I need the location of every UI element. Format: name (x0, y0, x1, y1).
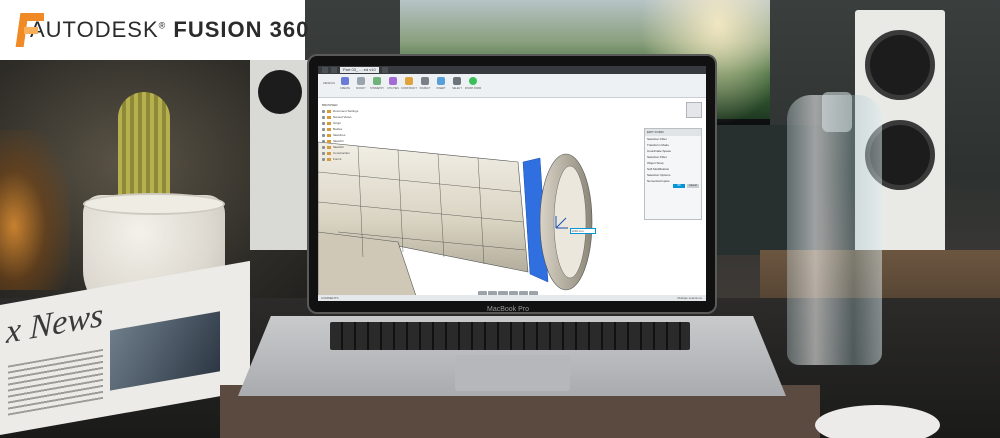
folder-icon (327, 151, 331, 155)
newspaper-text-columns (8, 348, 103, 416)
brand-product: FUSION 360 (173, 17, 310, 42)
eye-icon[interactable] (322, 115, 325, 119)
inspect-icon (421, 77, 429, 85)
toolbar-finish-form[interactable]: FINISH FORM (464, 77, 482, 90)
selection-status: Multiple selections (677, 296, 702, 300)
status-bar: COMMENTS Multiple selections (318, 295, 706, 301)
folder-icon (327, 133, 331, 137)
modify-icon (357, 77, 365, 85)
folder-icon (327, 109, 331, 113)
eye-icon[interactable] (322, 139, 325, 143)
toolbar-select[interactable]: SELECT (450, 77, 464, 90)
eye-icon[interactable] (322, 157, 325, 161)
tab-active-document[interactable]: Part 03_ ... ed v10 (340, 67, 379, 73)
ok-button[interactable]: OK (673, 184, 685, 188)
woofer (258, 70, 302, 114)
registered-mark: ® (158, 20, 167, 31)
eye-icon[interactable] (322, 109, 325, 113)
browser-panel: BROWSER Document Settings Named Views Or… (322, 102, 364, 172)
toolbar-symmetry[interactable]: SYMMETRY (370, 77, 384, 90)
toolbar-inspect[interactable]: INSPECT (418, 77, 432, 90)
toolbar-modify[interactable]: MODIFY (354, 77, 368, 90)
viewcube[interactable] (686, 102, 702, 118)
photo-scene: x News MacBook Pro Part 03_ ... ed v10 D… (0, 0, 1000, 438)
newspaper-photo (110, 311, 220, 391)
comments-label[interactable]: COMMENTS (321, 296, 339, 300)
laptop-keyboard (330, 322, 690, 350)
dimension-input[interactable]: 0.00 mm (570, 228, 596, 234)
tool-label: CONSTRUCT (401, 87, 417, 90)
brand-banner: AUTODESK® FUSION 360 (0, 0, 308, 60)
utilities-icon (389, 77, 397, 85)
tool-label: CREATE (340, 87, 350, 90)
plant-pot-rim (83, 193, 225, 215)
select-icon (453, 77, 461, 85)
toolbar-create[interactable]: CREATE (338, 77, 352, 90)
folder-icon (327, 145, 331, 149)
workspace-label: DESIGN (323, 81, 335, 85)
folder-icon (327, 157, 331, 161)
browser-item[interactable]: Form1 (322, 156, 364, 162)
glass-bottle (787, 95, 882, 365)
tool-label: FINISH FORM (464, 87, 482, 90)
cancel-button[interactable]: Cancel (687, 184, 699, 188)
tool-label: MODIFY (356, 87, 366, 90)
brand-company: AUTODESK (30, 17, 159, 42)
eye-icon[interactable] (322, 133, 325, 137)
toolbar-utilities[interactable]: UTILITIES (386, 77, 400, 90)
dialog-title: EDIT FORM (645, 129, 701, 136)
tool-label: UTILITIES (387, 87, 399, 90)
pipe-end-opening (553, 165, 587, 279)
tab[interactable] (322, 67, 328, 73)
woofer-top (865, 30, 935, 100)
construct-icon (405, 77, 413, 85)
tab[interactable] (331, 67, 337, 73)
newspaper-masthead: x News (6, 296, 104, 351)
symmetry-icon (373, 77, 381, 85)
finish-form-icon (469, 77, 477, 85)
tab[interactable] (381, 67, 388, 73)
tool-label: SELECT (452, 87, 462, 90)
app-tabbar: Part 03_ ... ed v10 (318, 66, 706, 74)
folder-icon (327, 121, 331, 125)
eye-icon[interactable] (322, 127, 325, 131)
dialog-actions: OK Cancel (645, 184, 701, 190)
eye-icon[interactable] (322, 121, 325, 125)
insert-icon (437, 77, 445, 85)
create-icon (341, 77, 349, 85)
laptop-model-label: MacBook Pro (487, 306, 530, 313)
dialog-row-label: Numerical Inputs (647, 179, 670, 183)
brand-wordmark: AUTODESK® FUSION 360 (30, 17, 309, 43)
laptop-trackpad (455, 355, 570, 391)
tool-label: SYMMETRY (369, 87, 385, 90)
app-toolbar: DESIGN CREATE MODIFY SYMMETRY UTILITIES … (318, 74, 706, 98)
mouse (815, 405, 940, 438)
browser-item-label: Form1 (333, 157, 342, 161)
workspace-switcher[interactable]: DESIGN (322, 77, 336, 85)
toolbar-construct[interactable]: CONSTRUCT (401, 77, 417, 90)
edit-form-dialog: EDIT FORM Selection Filter Transform Mod… (644, 128, 702, 220)
toolbar-insert[interactable]: INSERT (434, 77, 448, 90)
bottle-neck (822, 92, 852, 132)
lamp-glow (0, 130, 70, 290)
tool-label: INSERT (436, 87, 446, 90)
eye-icon[interactable] (322, 145, 325, 149)
folder-icon (327, 127, 331, 131)
eye-icon[interactable] (322, 151, 325, 155)
folder-icon (327, 139, 331, 143)
canvas-3d[interactable]: BROWSER Document Settings Named Views Or… (318, 98, 706, 301)
laptop-screen: Part 03_ ... ed v10 DESIGN CREATE MODIFY… (318, 66, 706, 301)
tool-label: INSPECT (419, 87, 431, 90)
folder-icon (327, 115, 331, 119)
speaker-left (250, 60, 310, 250)
